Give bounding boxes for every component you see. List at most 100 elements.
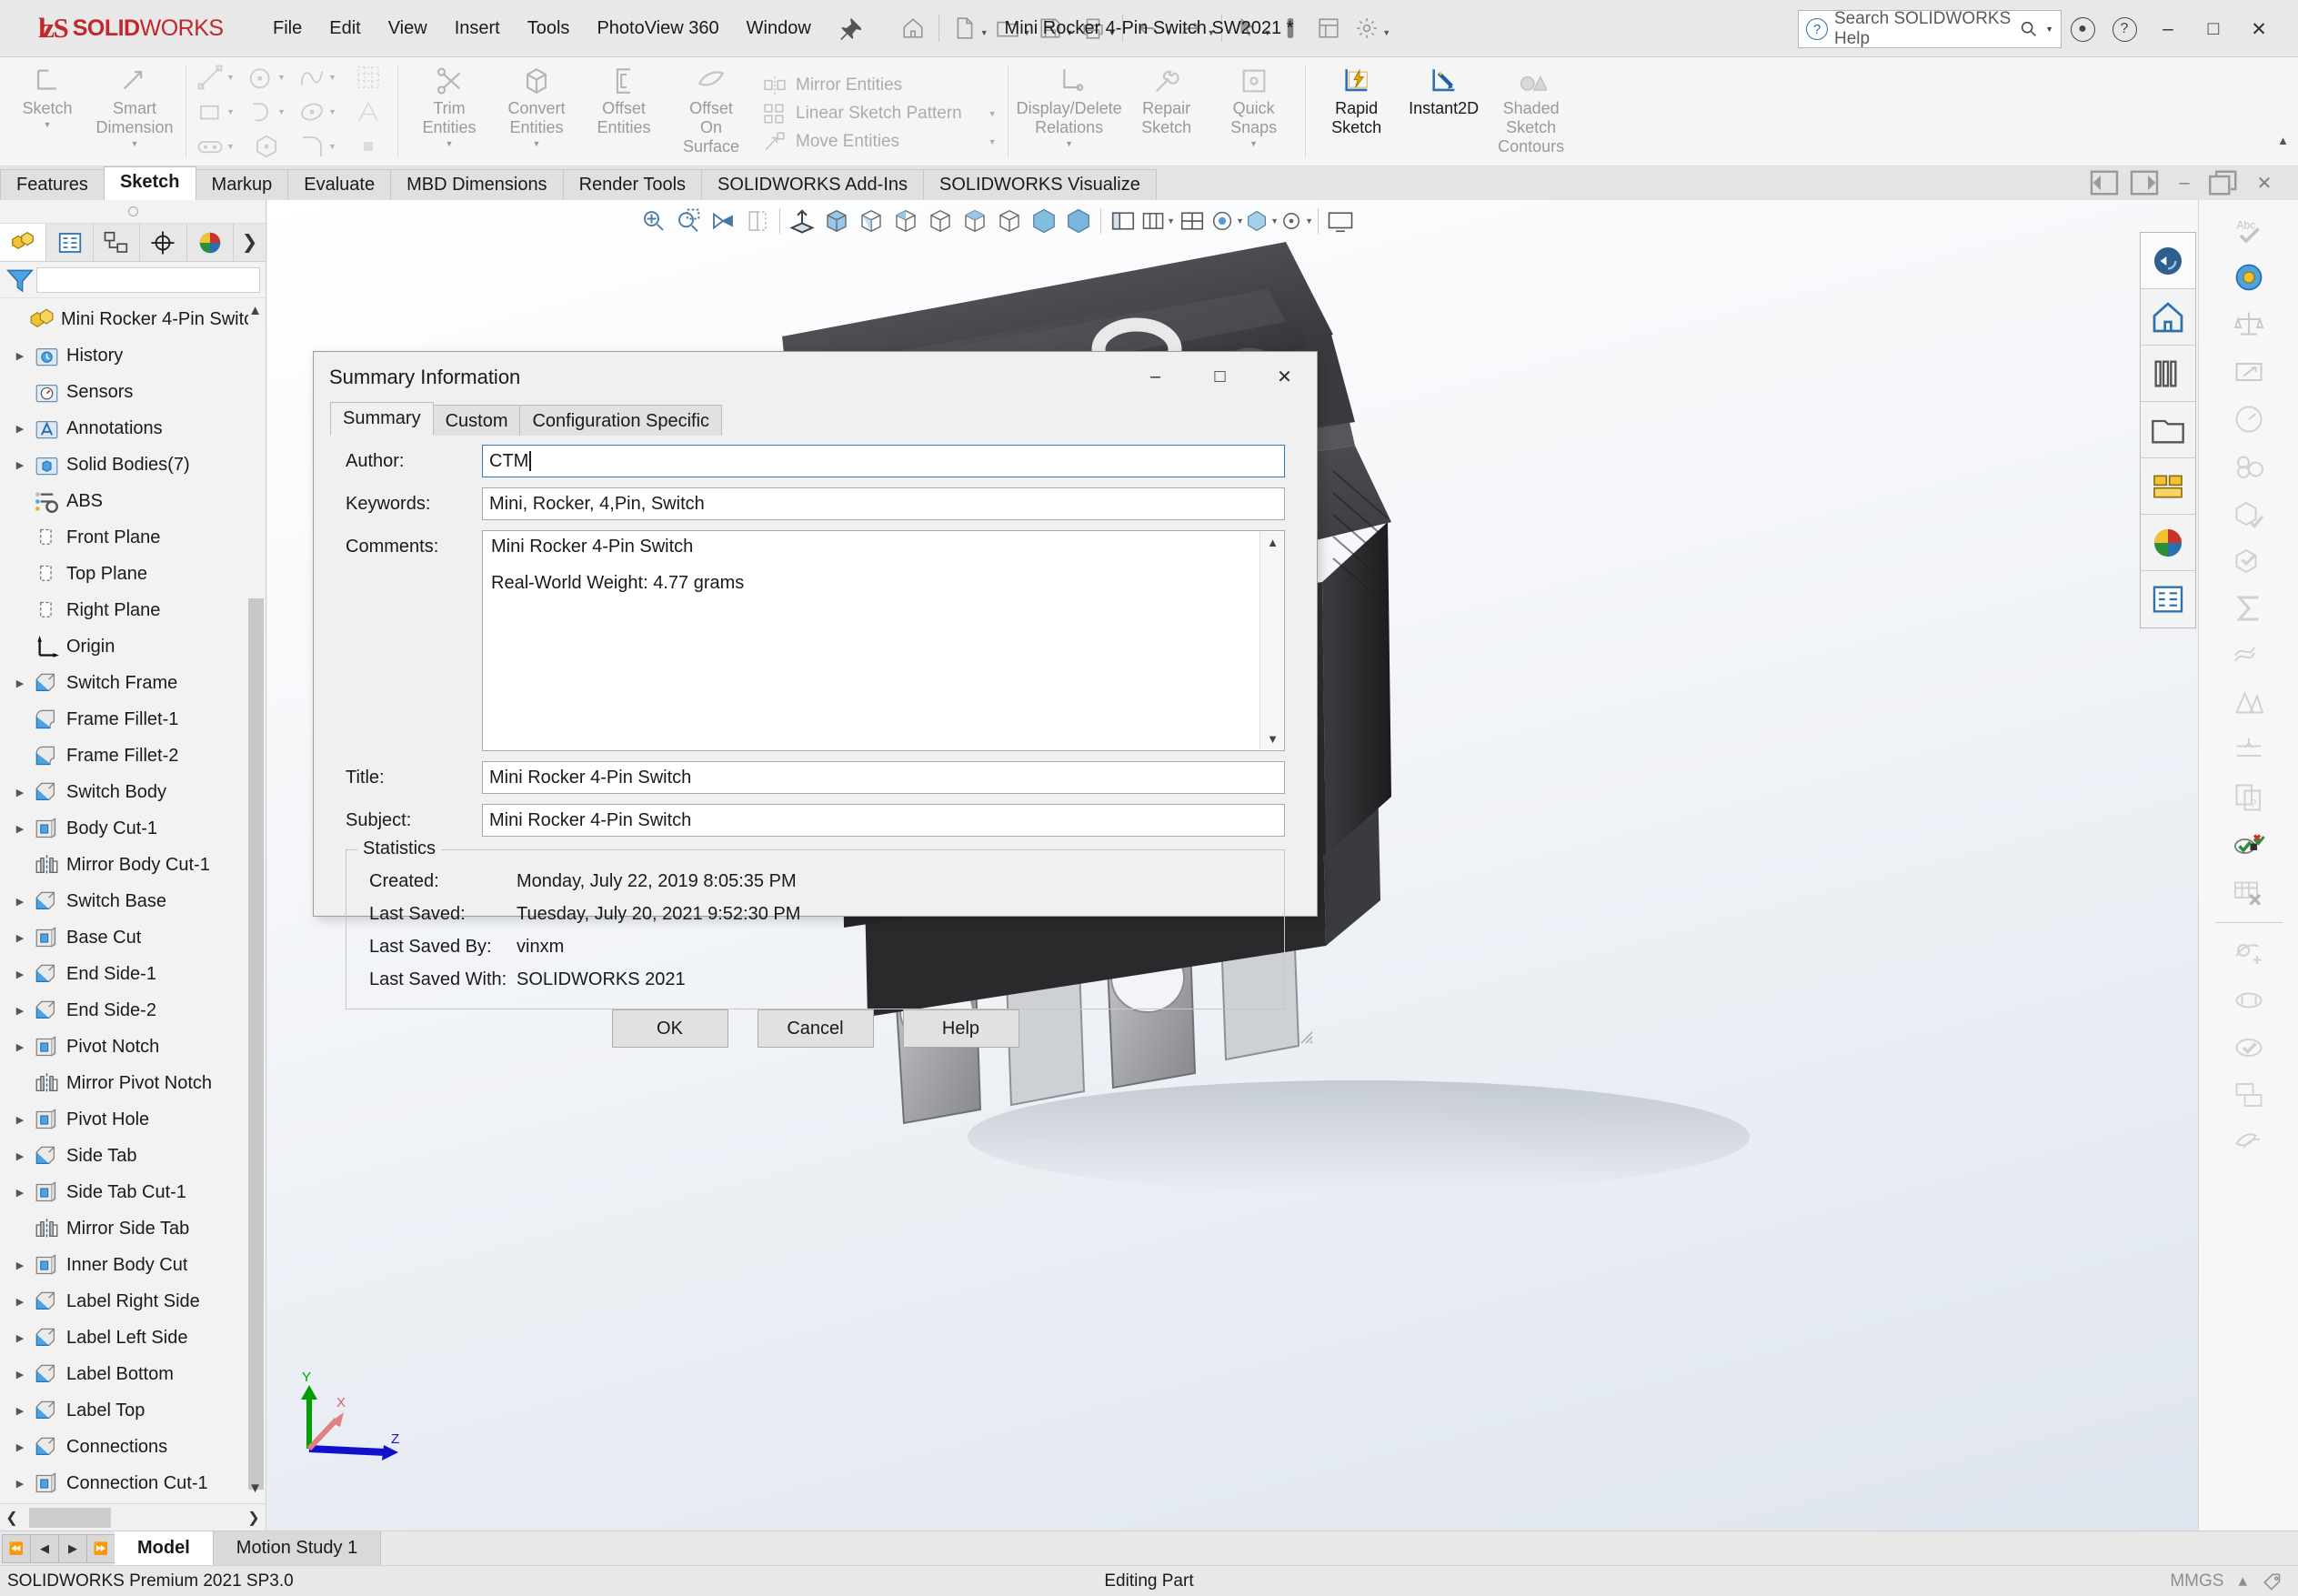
rectangle-icon[interactable]: ▼ <box>190 98 241 125</box>
open-document-icon[interactable] <box>988 8 1027 48</box>
feature-tree-item[interactable]: Sensors <box>0 374 266 410</box>
feature-tree-item[interactable]: ▶ End Side-2 <box>0 992 266 1029</box>
feature-tree-item[interactable]: ▶ Base Cut <box>0 919 266 956</box>
print-icon[interactable] <box>1074 8 1112 48</box>
sketch-pattern-icon[interactable] <box>343 64 394 91</box>
ok-button[interactable]: OK <box>611 1009 728 1048</box>
expand-arrow-icon[interactable]: ▶ <box>9 1150 31 1162</box>
thickness-analysis-icon[interactable] <box>2223 728 2274 773</box>
measure-tape-icon[interactable] <box>2223 255 2274 300</box>
tags-icon[interactable] <box>2262 1570 2285 1593</box>
minimize-document-icon[interactable]: – <box>2165 169 2203 196</box>
ribbon-row-mirror-entities[interactable]: Mirror Entities <box>762 74 997 97</box>
scroll-left-icon[interactable]: ❮ <box>0 1509 24 1527</box>
tab-markup[interactable]: Markup <box>195 169 289 200</box>
feature-tree-item[interactable]: ▶ Switch Base <box>0 883 266 919</box>
first-icon[interactable]: ⏪ <box>2 1533 31 1563</box>
slot-icon[interactable]: ▼ <box>190 133 241 160</box>
keywords-field[interactable]: Mini, Rocker, 4,Pin, Switch <box>482 487 1285 520</box>
tab-render-tools[interactable]: Render Tools <box>562 169 703 200</box>
expand-arrow-icon[interactable]: ▶ <box>9 1041 31 1053</box>
feature-tree-filter[interactable] <box>0 262 266 298</box>
panel-splitter[interactable] <box>0 200 266 224</box>
rebuild-icon[interactable] <box>1310 8 1348 48</box>
expand-arrow-icon[interactable]: ▶ <box>9 1005 31 1017</box>
units-caret-icon[interactable]: ▴ <box>2238 1571 2247 1591</box>
comments-scrollbar[interactable]: ▲ ▼ <box>1259 532 1283 749</box>
expand-arrow-icon[interactable]: ▶ <box>9 1405 31 1417</box>
ribbon-button-quick-snaps[interactable]: Quick Snaps ▼ <box>1210 57 1298 166</box>
home-icon[interactable] <box>2141 289 2195 346</box>
feature-tree-root[interactable]: Mini Rocker 4-Pin Switch SW <box>0 301 266 337</box>
subject-field[interactable]: Mini Rocker 4-Pin Switch <box>482 804 1285 837</box>
feature-tree-item[interactable]: ▶ Annotations <box>0 410 266 447</box>
feature-tree-item[interactable]: Top Plane <box>0 556 266 592</box>
chevron-down-icon[interactable]: ▼ <box>44 120 52 130</box>
chevron-down-icon[interactable]: ▼ <box>226 73 235 82</box>
ribbon-button-instant2d[interactable]: Instant2D <box>1400 57 1488 166</box>
section-view-icon[interactable] <box>740 202 775 240</box>
filter-input[interactable] <box>36 266 260 293</box>
feature-tree-horizontal-scrollbar[interactable]: ❮ ❯ <box>0 1503 266 1531</box>
feature-tree-item[interactable]: ▶ Solid Bodies(7) <box>0 447 266 483</box>
performance-evaluation-icon[interactable] <box>2223 444 2274 489</box>
ribbon-button-offset-entities[interactable]: Offset Entities <box>580 57 667 166</box>
check-geometry-icon[interactable] <box>2223 491 2274 537</box>
expand-arrow-icon[interactable]: ▶ <box>9 787 31 798</box>
chevron-down-icon[interactable]: ▼ <box>1305 216 1313 226</box>
previous-icon[interactable]: ◀ <box>30 1533 59 1563</box>
zoom-to-area-icon[interactable] <box>671 202 706 240</box>
feature-tree-item[interactable]: ▶ Label Left Side <box>0 1320 266 1356</box>
scroll-thumb[interactable] <box>248 598 264 1490</box>
sensor-gauge-icon[interactable] <box>2223 396 2274 442</box>
curvature-icon[interactable] <box>2223 633 2274 678</box>
scroll-thumb[interactable] <box>29 1507 111 1528</box>
dialog-maximize-button[interactable]: □ <box>1188 352 1252 402</box>
save-icon[interactable] <box>1031 8 1069 48</box>
close-document-icon[interactable]: ✕ <box>2245 169 2283 196</box>
feature-tree-item[interactable]: Origin <box>0 628 266 665</box>
expand-arrow-icon[interactable]: ▶ <box>9 969 31 980</box>
section-properties-icon[interactable] <box>2223 349 2274 395</box>
text-icon[interactable] <box>343 98 394 125</box>
user-account-icon[interactable]: ● <box>2062 9 2103 49</box>
tab-solidworks-visualize[interactable]: SOLIDWORKS Visualize <box>923 169 1157 200</box>
home-icon[interactable] <box>894 8 932 48</box>
feature-tree-item[interactable]: ▶ Switch Frame <box>0 665 266 701</box>
doc-tab-model[interactable]: Model <box>115 1531 214 1566</box>
tab-evaluate[interactable]: Evaluate <box>287 169 392 200</box>
select-icon[interactable] <box>1229 8 1267 48</box>
view-rotate-icon[interactable] <box>2141 233 2195 289</box>
chevron-down-icon[interactable]: ▼ <box>328 142 336 151</box>
feature-tree[interactable]: Mini Rocker 4-Pin Switch SW ▶ History Senso… <box>0 298 266 1503</box>
menu-item-view[interactable]: View <box>375 13 441 45</box>
chevron-down-icon[interactable]: ▼ <box>1270 216 1279 226</box>
restore-document-icon[interactable] <box>2205 169 2243 196</box>
comments-textarea[interactable]: Mini Rocker 4-Pin Switch Real-World Weig… <box>482 530 1285 751</box>
dialog-close-button[interactable]: ✕ <box>1252 352 1317 402</box>
file-explorer-icon[interactable] <box>2141 402 2195 458</box>
chevron-down-icon[interactable]: ▼ <box>533 139 541 149</box>
chevron-down-icon[interactable]: ▼ <box>1065 139 1073 149</box>
chevron-down-icon[interactable]: ▼ <box>1249 139 1258 149</box>
menu-item-photoview360[interactable]: PhotoView 360 <box>583 13 732 45</box>
spline-icon[interactable]: ▼ <box>292 64 343 91</box>
equations-icon[interactable] <box>2223 586 2274 631</box>
feature-tree-item[interactable]: ▶ Label Top <box>0 1392 266 1429</box>
dialog-tab-custom[interactable]: Custom <box>432 405 521 436</box>
expand-arrow-icon[interactable]: ▶ <box>9 423 31 435</box>
feature-tree-item[interactable]: ▶ Inner Body Cut <box>0 1247 266 1283</box>
close-window-button[interactable]: ✕ <box>2236 9 2282 49</box>
draft-analysis-icon[interactable] <box>2223 680 2274 726</box>
feature-tree-item[interactable]: ▶ End Side-1 <box>0 956 266 992</box>
chevron-down-icon[interactable]: ▼ <box>970 137 997 146</box>
feature-tree-item[interactable]: ▶ Side Tab <box>0 1138 266 1174</box>
chevron-down-icon[interactable]: ▼ <box>1236 216 1244 226</box>
undo-icon[interactable] <box>1129 8 1168 48</box>
dimxpert-manager-tab[interactable] <box>140 224 187 261</box>
previous-view-icon[interactable] <box>706 202 740 240</box>
dialog-minimize-button[interactable]: – <box>1123 352 1188 402</box>
view-palette-icon[interactable] <box>2141 458 2195 515</box>
restore-right-icon[interactable] <box>2125 169 2163 196</box>
arc-icon[interactable]: ▼ <box>241 98 292 125</box>
